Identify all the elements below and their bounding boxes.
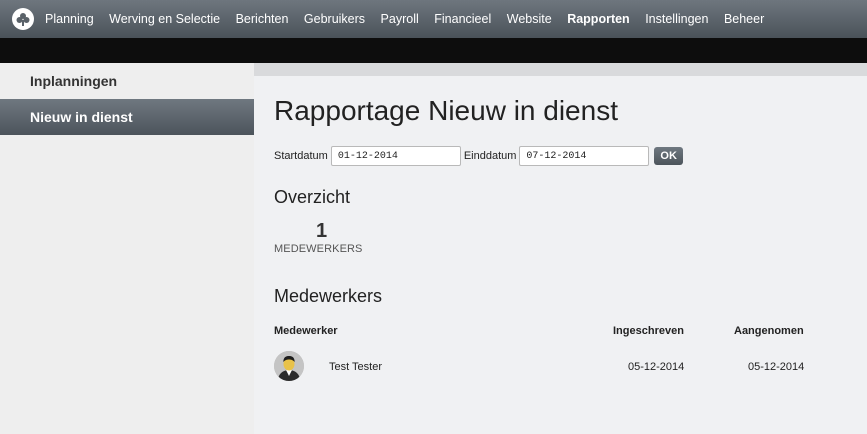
employee-count-stat: 1 MEDEWERKERS — [274, 220, 374, 255]
nav-item-beheer[interactable]: Beheer — [724, 12, 764, 26]
app-logo-icon[interactable] — [12, 8, 34, 30]
date-filter-form: Startdatum Einddatum OK — [274, 146, 683, 166]
end-date-input[interactable] — [519, 146, 650, 166]
nav-item-berichten[interactable]: Berichten — [236, 12, 289, 26]
employee-aangenomen-date: 05-12-2014 — [748, 361, 805, 373]
ok-button[interactable]: OK — [654, 147, 683, 165]
start-date-input[interactable] — [330, 146, 461, 166]
overview-heading: Overzicht — [274, 187, 351, 207]
nav-item-planning[interactable]: Planning — [45, 12, 94, 26]
nav-item-instellingen[interactable]: Instellingen — [645, 12, 708, 26]
sidebar-item-nieuw-in-dienst[interactable]: Nieuw in dienst — [0, 99, 254, 135]
start-date-label: Startdatum — [274, 150, 328, 162]
column-header-medewerker: Medewerker — [274, 325, 338, 337]
sub-nav-bar — [0, 38, 867, 63]
nav-item-gebruikers[interactable]: Gebruikers — [304, 12, 365, 26]
column-header-ingeschreven: Ingeschreven — [613, 325, 684, 337]
employees-heading: Medewerkers — [274, 286, 383, 306]
sidebar-item-inplanningen[interactable]: Inplanningen — [0, 63, 254, 99]
employee-count-label: MEDEWERKERS — [274, 243, 363, 255]
employee-count-value: 1 — [315, 220, 328, 242]
avatar — [274, 351, 304, 381]
nav-item-financieel[interactable]: Financieel — [434, 12, 491, 26]
employee-name: Test Tester — [329, 361, 382, 373]
nav-item-payroll[interactable]: Payroll — [381, 12, 419, 26]
column-header-aangenomen: Aangenomen — [734, 325, 804, 337]
end-date-label: Einddatum — [463, 150, 517, 162]
top-nav: Planning Werving en Selectie Berichten G… — [0, 0, 867, 38]
content-top-strip — [254, 63, 867, 76]
nav-item-website[interactable]: Website — [507, 12, 552, 26]
sidebar: Inplanningen Nieuw in dienst — [0, 63, 254, 434]
page-title: Rapportage Nieuw in dienst — [274, 95, 618, 126]
table-row[interactable]: Test Tester 05-12-2014 05-12-2014 — [274, 351, 814, 383]
employee-ingeschreven-date: 05-12-2014 — [628, 361, 685, 373]
nav-item-werving-en-selectie[interactable]: Werving en Selectie — [109, 12, 220, 26]
nav-item-rapporten[interactable]: Rapporten — [567, 12, 630, 26]
main-content: Rapportage Nieuw in dienst Startdatum Ei… — [254, 63, 867, 434]
